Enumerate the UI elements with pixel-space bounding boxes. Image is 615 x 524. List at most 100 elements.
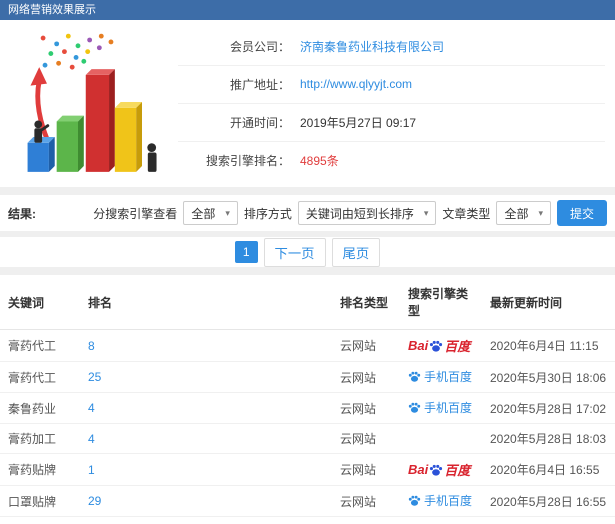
header-keyword: 关键词 bbox=[0, 275, 80, 330]
engine-rank-count: 4895条 bbox=[300, 152, 339, 169]
keyword-text: 秦鲁药业 bbox=[8, 402, 56, 416]
rank-type-text: 云网站 bbox=[340, 371, 376, 385]
mobile-baidu-text: 手机百度 bbox=[424, 492, 472, 509]
marketing-chart-illustration bbox=[14, 29, 174, 179]
rank-link[interactable]: 4 bbox=[88, 401, 95, 415]
baidu-paw-icon bbox=[429, 463, 443, 477]
ranking-table-panel: 关键词 排名 排名类型 搜索引擎类型 最新更新时间 膏药代工 8 云网站 Bai… bbox=[0, 275, 615, 524]
filter-bar: 结果: 分搜索引擎查看 全部 ▾ 排序方式 关键词由短到长排序 ▾ 文章类型 全… bbox=[0, 195, 615, 231]
keyword-text: 膏药代工 bbox=[8, 371, 56, 385]
sort-filter-select[interactable]: 关键词由短到长排序 ▾ bbox=[298, 201, 437, 225]
keyword-text: 膏药贴牌 bbox=[8, 463, 56, 477]
keyword-text: 膏药代工 bbox=[8, 339, 56, 353]
table-body: 膏药代工 8 云网站 Bai 百度 2020年 bbox=[0, 330, 615, 524]
search-engine-cell: 手机百度 bbox=[400, 517, 482, 524]
updated-time-text: 2020年5月28日 18:03 bbox=[490, 432, 606, 446]
search-engine-cell bbox=[400, 424, 482, 454]
updated-time-text: 2020年5月30日 18:06 bbox=[490, 371, 606, 385]
mobile-baidu-text: 手机百度 bbox=[424, 368, 472, 385]
search-engine-cell: 手机百度 bbox=[400, 362, 482, 393]
article-type-label: 文章类型 bbox=[442, 205, 490, 222]
open-time-row: 开通时间： 2019年5月27日 09:17 bbox=[178, 104, 605, 142]
submit-button[interactable]: 提交 bbox=[557, 200, 607, 226]
updated-time-text: 2020年6月4日 11:15 bbox=[490, 339, 599, 353]
baidu-logo: Bai 百度 bbox=[408, 336, 470, 355]
chevron-down-icon: ▾ bbox=[225, 208, 230, 219]
promo-url-label: 推广地址： bbox=[178, 76, 290, 93]
chevron-down-icon: ▾ bbox=[424, 208, 429, 219]
baidu-logo-latin: Bai bbox=[408, 338, 428, 353]
member-panel: 会员公司： 济南秦鲁药业科技有限公司 推广地址： http://www.qlyy… bbox=[0, 20, 615, 187]
baidu-paw-icon bbox=[429, 339, 443, 353]
rank-link[interactable]: 1 bbox=[88, 463, 95, 477]
table-header-row: 关键词 排名 排名类型 搜索引擎类型 最新更新时间 bbox=[0, 275, 615, 330]
ranking-table: 关键词 排名 排名类型 搜索引擎类型 最新更新时间 膏药代工 8 云网站 Bai… bbox=[0, 275, 615, 524]
search-engine-cell: Bai 百度 bbox=[400, 454, 482, 486]
last-page-button[interactable]: 尾页 bbox=[332, 238, 381, 267]
result-label: 结果: bbox=[8, 205, 36, 222]
engine-filter-select[interactable]: 全部 ▾ bbox=[183, 201, 238, 225]
mobile-baidu-label: 手机百度 bbox=[408, 492, 472, 509]
baidu-logo-cn: 百度 bbox=[444, 460, 470, 479]
engine-rank-row: 搜索引擎排名： 4895条 bbox=[178, 142, 605, 180]
member-company-row: 会员公司： 济南秦鲁药业科技有限公司 bbox=[178, 28, 605, 66]
member-company-link[interactable]: 济南秦鲁药业科技有限公司 bbox=[300, 38, 444, 55]
rank-type-text: 云网站 bbox=[340, 339, 376, 353]
table-row: 膏药贴牌 1 云网站 Bai 百度 2020年 bbox=[0, 454, 615, 486]
page-number-current[interactable]: 1 bbox=[235, 241, 258, 263]
rank-link[interactable]: 29 bbox=[88, 494, 101, 508]
baidu-logo: Bai 百度 bbox=[408, 460, 470, 479]
sort-filter-value: 关键词由短到长排序 bbox=[306, 205, 414, 222]
mobile-baidu-paw-icon bbox=[408, 494, 421, 507]
open-time-value: 2019年5月27日 09:17 bbox=[300, 114, 416, 131]
updated-time-text: 2020年5月28日 17:02 bbox=[490, 402, 606, 416]
rank-type-text: 云网站 bbox=[340, 432, 376, 446]
rank-link[interactable]: 4 bbox=[88, 432, 95, 446]
baidu-logo-cn: 百度 bbox=[444, 336, 470, 355]
open-time-label: 开通时间： bbox=[178, 114, 290, 131]
mobile-baidu-paw-icon bbox=[408, 401, 421, 414]
member-company-label: 会员公司： bbox=[178, 38, 290, 55]
member-info: 会员公司： 济南秦鲁药业科技有限公司 推广地址： http://www.qlyy… bbox=[178, 26, 605, 181]
page-title: 网络营销效果展示 bbox=[8, 4, 96, 16]
next-page-button[interactable]: 下一页 bbox=[264, 238, 326, 267]
updated-time-text: 2020年5月28日 16:55 bbox=[490, 495, 606, 509]
search-engine-cell: 手机百度 bbox=[400, 486, 482, 517]
table-row: 膏药代工 25 云网站 手机百度 2020年 bbox=[0, 362, 615, 393]
engine-filter-value: 全部 bbox=[191, 205, 215, 222]
article-type-value: 全部 bbox=[504, 205, 528, 222]
page-titlebar: 网络营销效果展示 bbox=[0, 0, 615, 20]
table-row: 金华防护服 17,25 云网站 手机百度 2 bbox=[0, 517, 615, 524]
header-rank-type: 排名类型 bbox=[332, 275, 400, 330]
header-rank: 排名 bbox=[80, 275, 332, 330]
promo-url-row: 推广地址： http://www.qlyyjt.com bbox=[178, 66, 605, 104]
mobile-baidu-text: 手机百度 bbox=[424, 399, 472, 416]
table-row: 口罩贴牌 29 云网站 手机百度 2020年 bbox=[0, 486, 615, 517]
engine-rank-label: 搜索引擎排名： bbox=[178, 152, 290, 169]
header-engine-type: 搜索引擎类型 bbox=[400, 275, 482, 330]
mobile-baidu-label: 手机百度 bbox=[408, 399, 472, 416]
sort-filter-label: 排序方式 bbox=[244, 205, 292, 222]
table-row: 膏药代工 8 云网站 Bai 百度 2020年 bbox=[0, 330, 615, 362]
search-engine-cell: 手机百度 bbox=[400, 393, 482, 424]
rank-link[interactable]: 8 bbox=[88, 339, 95, 353]
keyword-text: 膏药加工 bbox=[8, 432, 56, 446]
baidu-logo-latin: Bai bbox=[408, 462, 428, 477]
rank-link[interactable]: 25 bbox=[88, 370, 101, 384]
chevron-down-icon: ▾ bbox=[538, 208, 543, 219]
rank-type-text: 云网站 bbox=[340, 463, 376, 477]
promo-url-link[interactable]: http://www.qlyyjt.com bbox=[300, 77, 412, 91]
rank-type-text: 云网站 bbox=[340, 495, 376, 509]
pagination-bar: 1 下一页 尾页 bbox=[0, 237, 615, 267]
article-type-select[interactable]: 全部 ▾ bbox=[496, 201, 551, 225]
keyword-text: 口罩贴牌 bbox=[8, 495, 56, 509]
chart-image-wrap bbox=[10, 26, 178, 181]
engine-filter-label: 分搜索引擎查看 bbox=[93, 205, 177, 222]
table-row: 秦鲁药业 4 云网站 手机百度 2020年5 bbox=[0, 393, 615, 424]
table-row: 膏药加工 4 云网站 2020年5月28日 bbox=[0, 424, 615, 454]
filter-group: 分搜索引擎查看 全部 ▾ 排序方式 关键词由短到长排序 ▾ 文章类型 全部 ▾ … bbox=[93, 200, 607, 226]
search-engine-cell: Bai 百度 bbox=[400, 330, 482, 362]
header-updated: 最新更新时间 bbox=[482, 275, 615, 330]
updated-time-text: 2020年6月4日 16:55 bbox=[490, 463, 599, 477]
mobile-baidu-label: 手机百度 bbox=[408, 368, 472, 385]
